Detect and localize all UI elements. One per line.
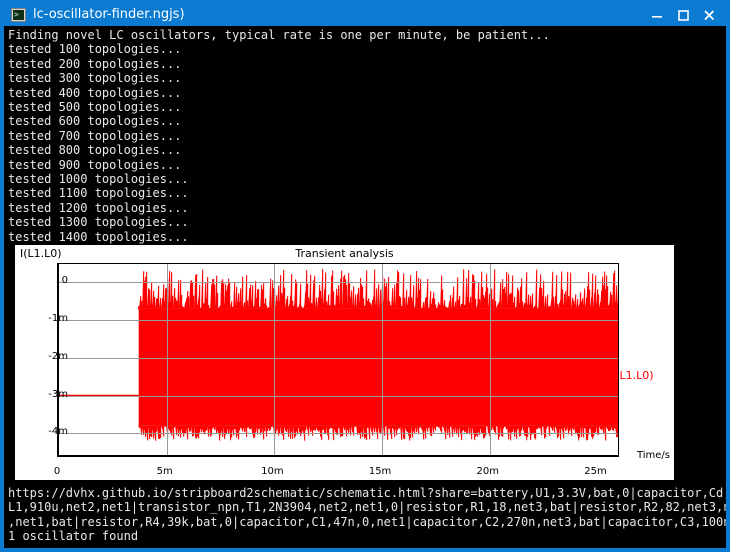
grid-line-horizontal: [59, 319, 618, 321]
y-axis-tick-label: -1m: [48, 312, 68, 324]
console-line: tested 100 topologies...: [8, 42, 182, 57]
x-axis-tick-label: 25m: [584, 466, 607, 477]
y-axis-tick-label: -3m: [48, 388, 68, 400]
console-line: tested 800 topologies...: [8, 143, 182, 158]
console-line: tested 600 topologies...: [8, 114, 182, 129]
x-axis-tick-label: 10m: [261, 466, 284, 477]
terminal-icon: [11, 8, 26, 22]
console-line: tested 1200 topologies...: [8, 200, 189, 215]
y-axis-tick-label: -2m: [48, 350, 68, 362]
minimize-icon[interactable]: [644, 4, 670, 26]
title-bar[interactable]: lc-oscillator-finder.ngjs): [4, 4, 726, 26]
close-icon[interactable]: [696, 4, 722, 26]
grid-line-vertical: [382, 264, 384, 455]
console-log-bottom: https://dvhx.github.io/stripboard2schema…: [8, 486, 726, 544]
window-title: lc-oscillator-finder.ngjs): [33, 7, 185, 22]
console-line: tested 1000 topologies...: [8, 172, 189, 187]
console-line: tested 1400 topologies...: [8, 229, 189, 244]
console-line: tested 300 topologies...: [8, 71, 182, 86]
grid-line-horizontal: [59, 395, 618, 397]
console-line: ,net1,bat|resistor,R4,39k,bat,0|capacito…: [8, 514, 726, 529]
x-axis-tick-label: 0: [53, 466, 61, 477]
maximize-icon[interactable]: [670, 4, 696, 26]
console-line: 1 oscillator found: [8, 529, 139, 544]
grid-line-vertical: [489, 264, 491, 455]
console-line: tested 500 topologies...: [8, 100, 182, 115]
console-line: tested 400 topologies...: [8, 85, 182, 100]
plot-window[interactable]: I(L1.L0) Transient analysis Time/s I(L1.…: [14, 244, 675, 481]
grid-line-horizontal: [59, 282, 618, 284]
plot-title: Transient analysis: [295, 247, 394, 260]
plot-x-axis-label: Time/s: [636, 450, 670, 461]
console-line: tested 900 topologies...: [8, 157, 182, 172]
grid-line-horizontal: [59, 357, 618, 359]
x-axis-tick-label: 5m: [156, 466, 173, 477]
x-axis-tick-label: 15m: [368, 466, 392, 477]
y-axis-tick-label: 0: [61, 275, 68, 287]
console-line: tested 200 topologies...: [8, 56, 182, 71]
application-window: lc-oscillator-finder.ngjs) Finding novel…: [0, 0, 730, 552]
plot-axes: [57, 263, 619, 457]
signal-trace: [59, 269, 618, 441]
window-controls: [644, 4, 722, 26]
y-axis-tick-label: -4m: [48, 426, 68, 438]
grid-line-horizontal: [59, 433, 618, 435]
grid-line-vertical: [166, 264, 168, 455]
console-line: tested 700 topologies...: [8, 128, 182, 143]
console-line: tested 1100 topologies...: [8, 186, 189, 201]
console-line: tested 1300 topologies...: [8, 215, 189, 230]
x-axis-tick-label: 20m: [476, 466, 499, 477]
console-line: https://dvhx.github.io/stripboard2schema…: [8, 486, 726, 500]
console-line: Finding novel LC oscillators, typical ra…: [8, 28, 550, 42]
console-log-top: Finding novel LC oscillators, typical ra…: [8, 28, 726, 244]
console-line: L1,910u,net2,net1|transistor_npn,T1,2N39…: [8, 500, 726, 515]
grid-line-vertical: [274, 264, 276, 455]
console-output[interactable]: Finding novel LC oscillators, typical ra…: [8, 26, 726, 544]
